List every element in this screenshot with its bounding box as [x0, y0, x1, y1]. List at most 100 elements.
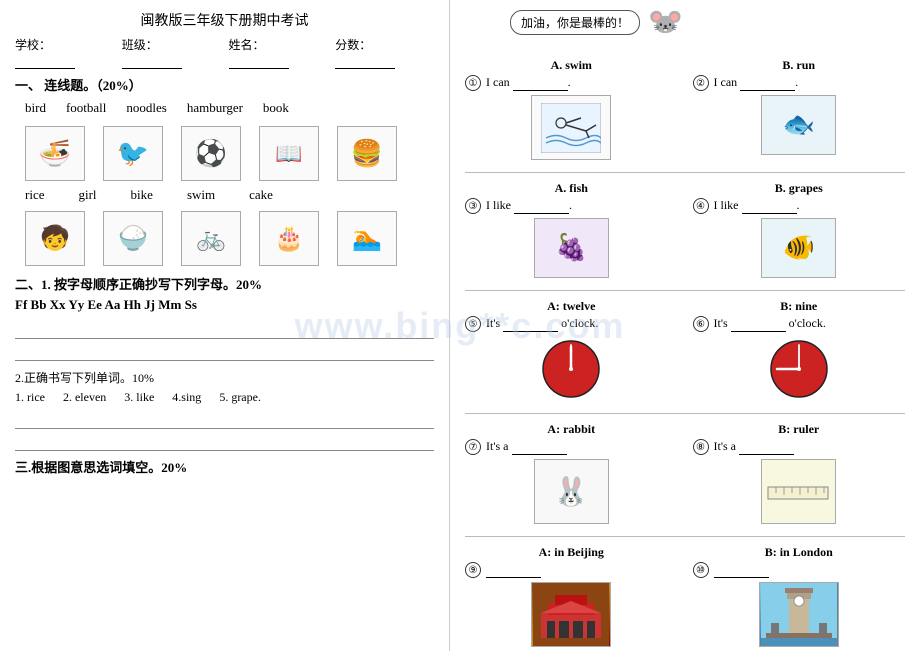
opt-B-grapes: B. grapes	[693, 181, 906, 196]
img-bird: 🐦	[103, 126, 163, 181]
q10-img-london	[759, 582, 839, 647]
word-swim: swim	[187, 187, 215, 203]
exercise-col-4a: A: rabbit ⑦ It's a 🐰	[465, 422, 678, 524]
img-noodle: 🍜	[25, 126, 85, 181]
word-bird: bird	[25, 100, 46, 116]
write-word-2: 2. eleven	[63, 390, 106, 405]
q3-line: ③ I like .	[465, 198, 678, 214]
words-write-row: 1. rice 2. eleven 3. like 4.sing 5. grap…	[15, 390, 434, 405]
motivation-text: 加油，你是最棒的！	[521, 16, 629, 30]
exercise-row-2: A. fish ③ I like . 🍇 B. grapes ④ I like …	[465, 181, 905, 278]
bottom-words-row: rice girl bike swim cake	[25, 187, 434, 203]
opt-A-rabbit: A: rabbit	[465, 422, 678, 437]
q6-clock	[766, 336, 831, 401]
q10-num: ⑩	[693, 562, 709, 578]
exercise-col-5b: B: in London ⑩	[693, 545, 906, 647]
school-label: 学校：	[15, 36, 110, 69]
divider-1	[465, 172, 905, 173]
divider-3	[465, 413, 905, 414]
exercise-row-5: A: in Beijing ⑨	[465, 545, 905, 647]
exercise-row-4: A: rabbit ⑦ It's a 🐰 B: ruler ⑧ It's a	[465, 422, 905, 524]
opt-A-beijing: A: in Beijing	[465, 545, 678, 560]
score-label: 分数：	[335, 36, 430, 69]
section2-header: 二、1. 按字母顺序正确抄写下列字母。20%	[15, 274, 434, 293]
exercise-col-2b: B. grapes ④ I like . 🐠	[693, 181, 906, 278]
q5-clock	[539, 336, 604, 401]
swim-svg	[541, 103, 601, 153]
divider-4	[465, 536, 905, 537]
write-word-4: 4.sing	[172, 390, 201, 405]
img-hamburger: 🍔	[337, 126, 397, 181]
word-rice: rice	[25, 187, 44, 203]
bottom-images-row: 🧒 🍚 🚲 🎂 🏊	[25, 211, 434, 266]
opt-A-twelve: A: twelve	[465, 299, 678, 314]
opt-B-ruler: B: ruler	[693, 422, 906, 437]
q4-img: 🐠	[761, 218, 836, 278]
class-label: 班级：	[122, 36, 217, 69]
q1-line: ① I can .	[465, 75, 678, 91]
left-panel: 闽教版三年级下册期中考试 学校： 班级： 姓名： 分数： 一、 连线题。（20%…	[0, 0, 450, 651]
exercise-col-5a: A: in Beijing ⑨	[465, 545, 678, 647]
q1-img	[531, 95, 611, 160]
write-lines-1	[15, 321, 434, 361]
write-line-1a	[15, 321, 434, 339]
img-girl: 🧒	[25, 211, 85, 266]
top-words-row: bird football noodles hamburger book	[25, 100, 434, 116]
img-book: 📖	[259, 126, 319, 181]
exercise-col-1b: B. run ② I can . 🐟	[693, 58, 906, 155]
mouse-icon: 🐭	[648, 5, 683, 39]
q7-img: 🐰	[534, 459, 609, 524]
opt-A-swim: A. swim	[465, 58, 678, 73]
word-bike: bike	[131, 187, 153, 203]
q3-img: 🍇	[534, 218, 609, 278]
opt-B-nine: B: nine	[693, 299, 906, 314]
top-images-row: 🍜 🐦 ⚽ 📖 🍔	[25, 126, 434, 181]
q7-line: ⑦ It's a	[465, 439, 678, 455]
write-line-2a	[15, 411, 434, 429]
exercise-col-3b: B: nine ⑥ It's o'clock.	[693, 299, 906, 401]
q2-img: 🐟	[761, 95, 836, 155]
img-cake: 🎂	[259, 211, 319, 266]
alphabet-row: Ff Bb Xx Yy Ee Aa Hh Jj Mm Ss	[15, 297, 434, 313]
exercise-col-4b: B: ruler ⑧ It's a	[693, 422, 906, 524]
write-word-1: 1. rice	[15, 390, 45, 405]
word-cake: cake	[249, 187, 273, 203]
name-label: 姓名：	[229, 36, 324, 69]
word-football: football	[66, 100, 106, 116]
word-book: book	[263, 100, 289, 116]
opt-A-fish: A. fish	[465, 181, 678, 196]
divider-2	[465, 290, 905, 291]
img-swim: 🏊	[337, 211, 397, 266]
word-noodles: noodles	[126, 100, 166, 116]
write-line-2b	[15, 433, 434, 451]
opt-B-run: B. run	[693, 58, 906, 73]
right-grid: A. swim ① I can .	[465, 58, 905, 647]
word-girl: girl	[78, 187, 96, 203]
q10-line: ⑩	[693, 562, 906, 578]
q8-img	[761, 459, 836, 524]
img-rice: 🍚	[103, 211, 163, 266]
write-word-3: 3. like	[124, 390, 154, 405]
section2: 二、1. 按字母顺序正确抄写下列字母。20% Ff Bb Xx Yy Ee Aa…	[15, 274, 434, 451]
exam-title: 闽教版三年级下册期中考试	[15, 10, 434, 30]
opt-B-london: B: in London	[693, 545, 906, 560]
motivation-area: 加油，你是最棒的！ 🐭	[510, 5, 683, 39]
exercise-row-3: A: twelve ⑤ It's o'clock. B:	[465, 299, 905, 401]
right-panel: 加油，你是最棒的！ 🐭 A. swim ① I can .	[450, 0, 920, 651]
word-hamburger: hamburger	[187, 100, 243, 116]
speech-bubble: 加油，你是最棒的！	[510, 10, 640, 35]
exercise-col-3a: A: twelve ⑤ It's o'clock.	[465, 299, 678, 401]
write-lines-2	[15, 411, 434, 451]
q6-line: ⑥ It's o'clock.	[693, 316, 906, 332]
exercise-row-1: A. swim ① I can .	[465, 58, 905, 160]
q9-num: ⑨	[465, 562, 481, 578]
section3-header: 三.根据图意思选词填空。20%	[15, 457, 434, 476]
q9-img-beijing	[531, 582, 611, 647]
exercise-col-1a: A. swim ① I can .	[465, 58, 678, 160]
section2-sub2: 2.正确书写下列单词。10%	[15, 369, 434, 386]
q8-line: ⑧ It's a	[693, 439, 906, 455]
img-football: ⚽	[181, 126, 241, 181]
school-line: 学校： 班级： 姓名： 分数：	[15, 36, 434, 69]
exercise-col-2a: A. fish ③ I like . 🍇	[465, 181, 678, 278]
img-bike: 🚲	[181, 211, 241, 266]
